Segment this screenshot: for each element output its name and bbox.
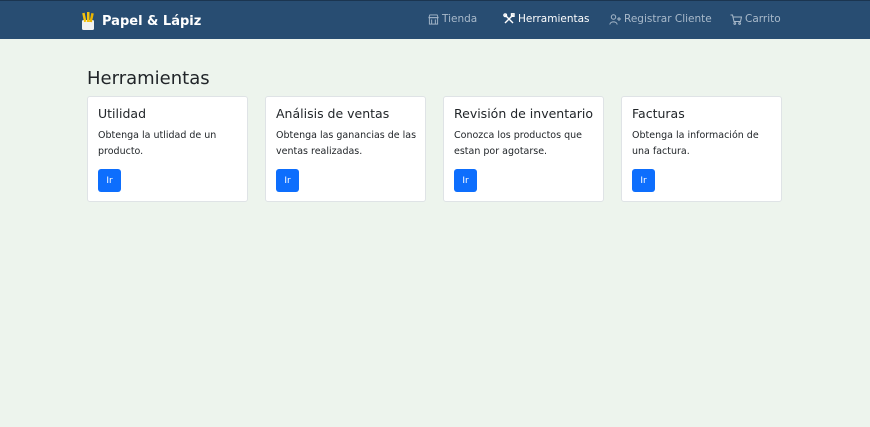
cart-icon xyxy=(730,14,742,25)
nav-label-tienda: Tienda xyxy=(442,13,478,25)
card-text: Obtenga la información de una factura. xyxy=(632,130,759,157)
card-utilidad: Utilidad Obtenga la utlidad de un produc… xyxy=(87,96,248,202)
nav-label-herramientas: Herramientas xyxy=(518,13,590,25)
brand-name: Papel & Lápiz xyxy=(102,13,202,29)
card-title: Análisis de ventas xyxy=(276,106,390,121)
card-analisis-ventas: Análisis de ventas Obtenga las ganancias… xyxy=(265,96,426,202)
card-text: Conozca los productos que estan por agot… xyxy=(454,130,582,157)
go-button-analisis-ventas[interactable]: Ir xyxy=(276,169,299,192)
card-title: Facturas xyxy=(632,106,685,121)
card-revision-inventario: Revisión de inventario Conozca los produ… xyxy=(443,96,604,202)
nav-item-tienda[interactable]: Tienda xyxy=(428,13,477,25)
pencil-cup-icon xyxy=(82,12,94,30)
card-title: Utilidad xyxy=(98,106,146,121)
go-button-facturas[interactable]: Ir xyxy=(632,169,655,192)
brand-link[interactable]: Papel & Lápiz xyxy=(80,10,201,32)
store-icon xyxy=(428,13,439,25)
go-button-revision-inventario[interactable]: Ir xyxy=(454,169,477,192)
page-title: Herramientas xyxy=(87,68,210,89)
card-title: Revisión de inventario xyxy=(454,106,594,121)
nav-label-carrito: Carrito xyxy=(745,13,781,25)
navbar: Papel & Lápiz Tienda Herramientas Regist… xyxy=(0,0,870,39)
tools-icon xyxy=(503,13,515,24)
card-text: Obtenga la utlidad de un producto. xyxy=(98,130,217,157)
nav-item-herramientas[interactable]: Herramientas xyxy=(503,13,590,25)
nav-label-registrar-cliente: Registrar Cliente xyxy=(624,13,712,25)
go-button-utilidad[interactable]: Ir xyxy=(98,169,121,192)
nav-item-carrito[interactable]: Carrito xyxy=(730,13,781,25)
nav-item-registrar-cliente[interactable]: Registrar Cliente xyxy=(609,13,712,25)
person-add-icon xyxy=(609,13,621,25)
card-facturas: Facturas Obtenga la información de una f… xyxy=(621,96,782,202)
card-text: Obtenga las ganancias de las ventas real… xyxy=(276,130,417,157)
